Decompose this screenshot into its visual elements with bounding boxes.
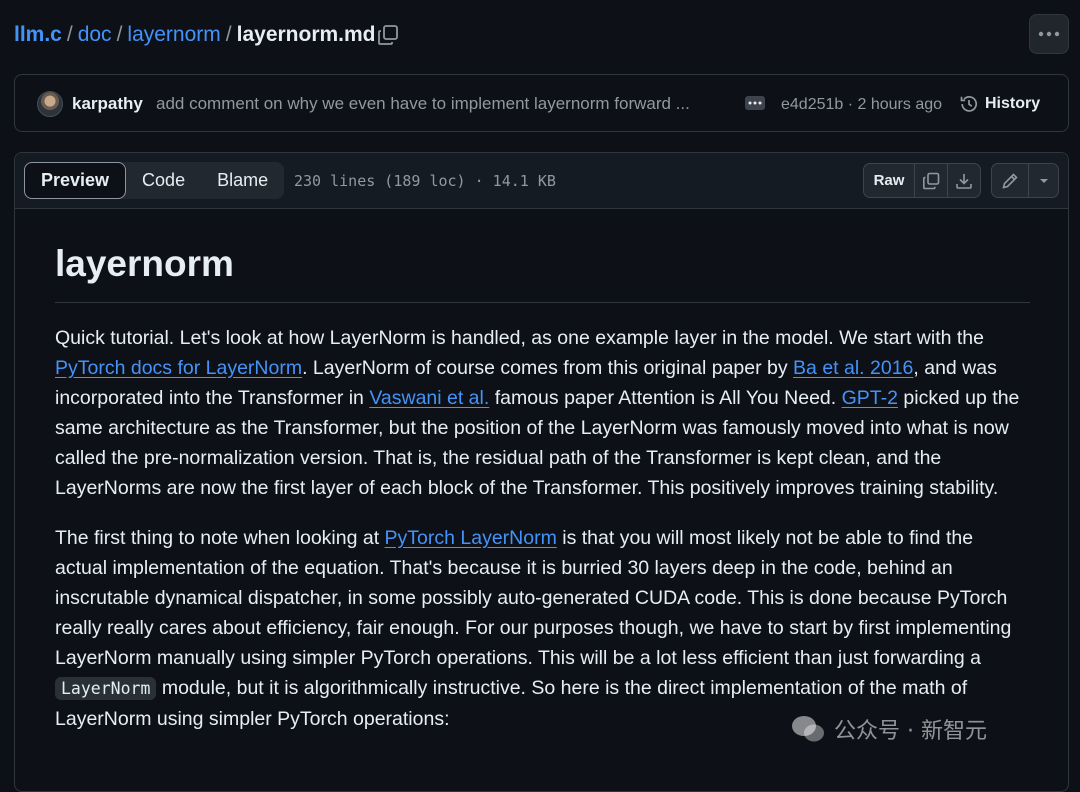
markdown-heading: layernorm [55, 239, 1030, 303]
view-mode-switcher: Preview Code Blame [24, 162, 285, 199]
paragraph-text: The first thing to note when looking at [55, 527, 385, 549]
markdown-link[interactable]: Ba et al. 2016 [793, 357, 913, 379]
file-path-bar: llm.c / doc / layernorm / layernorm.md [0, 0, 1080, 72]
breadcrumb: llm.c / doc / layernorm / layernorm.md [14, 21, 376, 49]
tab-preview[interactable]: Preview [24, 162, 127, 199]
raw-button[interactable]: Raw [864, 164, 914, 197]
download-raw-button[interactable] [947, 164, 980, 197]
file-header: Preview Code Blame 230 lines (189 loc) ·… [15, 153, 1068, 209]
commit-sha-and-time[interactable]: e4d251b · 2 hours ago [781, 94, 942, 116]
file-viewer: Preview Code Blame 230 lines (189 loc) ·… [14, 152, 1069, 792]
breadcrumb-separator: / [225, 23, 232, 46]
history-button[interactable]: History [959, 91, 1040, 117]
download-icon [956, 173, 972, 189]
edit-actions-group [991, 163, 1059, 198]
markdown-link[interactable]: GPT-2 [842, 387, 898, 409]
history-icon [960, 96, 978, 112]
copy-raw-button[interactable] [914, 164, 947, 197]
more-options-button[interactable] [1029, 14, 1069, 54]
raw-actions-group: Raw [863, 163, 981, 198]
edit-dropdown-button[interactable] [1028, 164, 1058, 197]
file-stats: 230 lines (189 loc) · 14.1 KB [294, 172, 556, 190]
breadcrumb-separator: / [66, 23, 73, 46]
history-label: History [985, 95, 1041, 112]
copy-path-button[interactable] [376, 23, 400, 47]
latest-commit-bar: karpathy add comment on why we even have… [14, 74, 1069, 132]
breadcrumb-separator: / [116, 23, 123, 46]
inline-code: LayerNorm [55, 677, 157, 700]
pencil-icon [1002, 172, 1018, 189]
paragraph-text: module, but it is algorithmically instru… [55, 677, 968, 730]
breadcrumb-file-name: layernorm.md [236, 23, 376, 46]
markdown-body: layernorm Quick tutorial. Let's look at … [55, 239, 1030, 734]
kebab-horizontal-icon [1038, 31, 1060, 37]
ellipsis-icon [748, 101, 762, 105]
commit-author-link[interactable]: karpathy [72, 93, 143, 115]
markdown-paragraph-1: Quick tutorial. Let's look at how LayerN… [55, 323, 1030, 503]
edit-file-button[interactable] [992, 164, 1028, 197]
markdown-link[interactable]: PyTorch LayerNorm [385, 527, 557, 549]
paragraph-text: . LayerNorm of course comes from this or… [302, 357, 794, 379]
copy-icon [378, 25, 398, 45]
copy-icon [923, 172, 940, 189]
paragraph-text: famous paper Attention is All You Need. [489, 387, 842, 409]
breadcrumb-dir-link[interactable]: doc [78, 23, 112, 46]
breadcrumb-subdir-link[interactable]: layernorm [127, 23, 220, 46]
markdown-link[interactable]: Vaswani et al. [369, 387, 489, 409]
markdown-link[interactable]: PyTorch docs for LayerNorm [55, 357, 302, 379]
paragraph-text: Quick tutorial. Let's look at how LayerN… [55, 327, 984, 349]
commit-message-link[interactable]: add comment on why we even have to imple… [156, 93, 690, 115]
triangle-down-icon [1039, 178, 1048, 183]
expand-commit-message-button[interactable] [745, 96, 765, 110]
tab-code[interactable]: Code [126, 162, 201, 199]
markdown-paragraph-2: The first thing to note when looking at … [55, 523, 1030, 734]
breadcrumb-repo-link[interactable]: llm.c [14, 23, 62, 46]
avatar[interactable] [37, 91, 63, 117]
tab-blame[interactable]: Blame [201, 162, 284, 199]
